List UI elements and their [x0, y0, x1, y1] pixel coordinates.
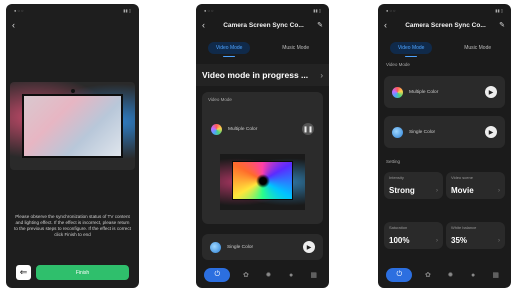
white-balance-value: 35% [451, 236, 468, 245]
multi-color-icon [211, 123, 222, 135]
chevron-right-icon: › [436, 188, 438, 194]
header: ‹ Camera Screen Sync Co... ✎ [378, 17, 511, 33]
tab-music-mode[interactable]: Music Mode [274, 42, 317, 54]
nav-power-icon[interactable]: ⏻ [386, 268, 413, 282]
stat-saturation[interactable]: Saturation 100% › [384, 222, 443, 249]
nav-music-icon[interactable]: ● [284, 268, 298, 282]
chevron-right-icon: › [320, 70, 323, 80]
back-chevron-icon[interactable]: ‹ [202, 20, 214, 30]
single-color-icon [210, 241, 221, 253]
nav-power-icon[interactable]: ⏻ [204, 268, 231, 282]
tab-music-mode[interactable]: Music Mode [456, 42, 499, 54]
video-mode-card: Video Mode Multiple Color ❚❚ [202, 92, 323, 224]
back-chevron-icon[interactable]: ‹ [384, 20, 396, 30]
chevron-right-icon: › [498, 188, 500, 194]
status-bar: ● ◌ ◌ ▮▮ ▯ [14, 8, 131, 13]
nav-light-icon[interactable]: ✹ [261, 268, 275, 282]
finish-label: Finish [75, 269, 90, 276]
instruction-text: Please observe the synchronization statu… [14, 214, 131, 237]
section-label: Video Mode [208, 97, 232, 102]
status-bar: ● ◌ ◌ ▮▮ ▯ [386, 8, 503, 13]
tv-screen [232, 161, 293, 200]
edit-icon[interactable]: ✎ [313, 21, 323, 29]
chevron-right-icon: › [498, 238, 500, 244]
back-chevron-icon[interactable]: ‹ [12, 20, 24, 30]
tv-swirl-preview [220, 154, 305, 210]
option-single-color[interactable]: Single Color ▶ [384, 116, 505, 148]
option-multiple-color[interactable]: Multiple Color ▶ [384, 76, 505, 108]
video-scene-value: Movie [451, 186, 474, 195]
finish-button[interactable]: Finish [36, 265, 129, 280]
option-single-color[interactable]: Single Color ▶ [202, 234, 323, 260]
mode-tabs: Video Mode Music Mode [378, 38, 511, 58]
header: ‹ Camera Screen Sync Co... ✎ [196, 17, 329, 33]
play-icon[interactable]: ▶ [485, 86, 497, 98]
intensity-value: Strong [389, 186, 415, 195]
nav-scene-icon[interactable]: ✿ [421, 268, 435, 282]
chevron-right-icon: › [436, 238, 438, 244]
pause-icon[interactable]: ❚❚ [302, 123, 314, 135]
progress-banner[interactable]: Video mode in progress ... › [196, 64, 329, 86]
single-color-icon [392, 126, 403, 138]
nav-music-icon[interactable]: ● [466, 268, 480, 282]
progress-text: Video mode in progress ... [202, 70, 309, 80]
multi-color-icon [392, 86, 403, 98]
edit-icon[interactable]: ✎ [495, 21, 505, 29]
arrow-left-icon: ⇐ [19, 267, 28, 277]
option-multiple-color[interactable]: Multiple Color ❚❚ [207, 116, 318, 142]
phone-screen-sync-check: ● ◌ ◌ ▮▮ ▯ ‹ Please observe the synchroni… [6, 4, 139, 288]
saturation-value: 100% [389, 236, 410, 245]
option-label: Multiple Color [228, 126, 258, 132]
nav-grid-icon[interactable]: ▦ [307, 268, 321, 282]
setting-label: Setting [386, 159, 401, 164]
play-icon[interactable]: ▶ [303, 241, 315, 253]
phone-video-mode-settings: ● ◌ ◌ ▮▮ ▯ ‹ Camera Screen Sync Co... ✎ V… [378, 4, 511, 288]
nav-light-icon[interactable]: ✹ [443, 268, 457, 282]
phone-video-mode-progress: ● ◌ ◌ ▮▮ ▯ ‹ Camera Screen Sync Co... ✎ V… [196, 4, 329, 288]
option-label: Multiple Color [409, 89, 439, 95]
status-bar: ● ◌ ◌ ▮▮ ▯ [204, 8, 321, 13]
header: ‹ [6, 17, 139, 33]
play-icon[interactable]: ▶ [485, 126, 497, 138]
page-title: Camera Screen Sync Co... [223, 21, 304, 29]
tv-preview [10, 82, 135, 170]
tab-video-mode[interactable]: Video Mode [207, 42, 251, 57]
stat-video-scene[interactable]: Video scene Movie › [446, 172, 505, 199]
page-title: Camera Screen Sync Co... [405, 21, 486, 29]
stat-white-balance[interactable]: White balance 35% › [446, 222, 505, 249]
bottom-nav: ⏻ ✿ ✹ ● ▦ [378, 266, 511, 284]
tv-screen [22, 94, 123, 158]
nav-scene-icon[interactable]: ✿ [239, 268, 253, 282]
option-label: Single Color [409, 129, 436, 135]
mode-tabs: Video Mode Music Mode [196, 38, 329, 58]
option-label: Single Color [227, 244, 254, 250]
stat-intensity[interactable]: Intensity Strong › [384, 172, 443, 199]
section-label: Video Mode [386, 62, 410, 67]
camera-icon [70, 89, 75, 93]
back-button[interactable]: ⇐ [16, 265, 31, 280]
nav-grid-icon[interactable]: ▦ [489, 268, 503, 282]
tab-video-mode[interactable]: Video Mode [389, 42, 433, 57]
bottom-nav: ⏻ ✿ ✹ ● ▦ [196, 266, 329, 284]
